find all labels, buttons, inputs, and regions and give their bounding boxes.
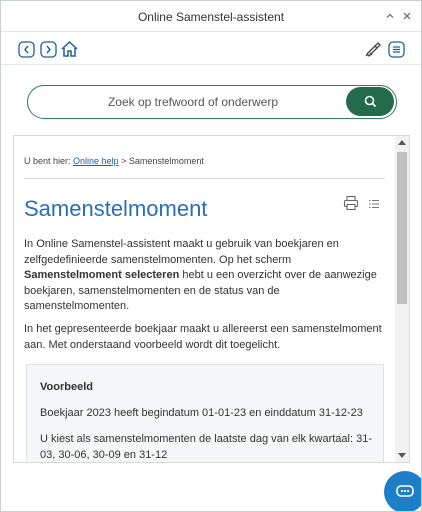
breadcrumb-current: Samenstelmoment xyxy=(128,156,204,166)
divider xyxy=(24,178,385,179)
help-content-frame: U bent hier: Online help > Samenstelmome… xyxy=(13,135,410,463)
example-title: Voorbeeld xyxy=(40,381,93,393)
search-bar xyxy=(27,85,397,119)
scrollbar-thumb[interactable] xyxy=(397,152,407,304)
chevron-up-icon xyxy=(386,13,394,18)
contents-list-button[interactable] xyxy=(368,197,380,209)
megaphone-icon xyxy=(365,42,381,57)
toolbar xyxy=(1,33,421,65)
menu-icon xyxy=(387,40,405,58)
home-icon xyxy=(60,40,78,57)
example-line-1: Boekjaar 2023 heeft begindatum 01-01-23 … xyxy=(40,407,363,419)
breadcrumb-link-online-help[interactable]: Online help xyxy=(73,156,119,166)
close-button[interactable] xyxy=(399,8,415,24)
print-button[interactable] xyxy=(343,195,359,211)
intro-text-a: In Online Samenstel-assistent maakt u ge… xyxy=(24,238,339,266)
title-bar: Online Samenstel-assistent xyxy=(1,1,421,32)
scroll-up-arrow[interactable] xyxy=(398,140,406,145)
home-button[interactable] xyxy=(59,40,79,58)
search-icon xyxy=(364,95,376,108)
help-article: U bent hier: Online help > Samenstelmome… xyxy=(14,136,395,462)
announcements-button[interactable] xyxy=(363,40,383,58)
printer-icon xyxy=(343,195,359,211)
window-title: Online Samenstel-assistent xyxy=(137,10,285,24)
menu-button[interactable] xyxy=(387,40,405,58)
chat-button[interactable] xyxy=(384,471,421,511)
chevron-left-icon xyxy=(17,40,35,58)
search-input[interactable] xyxy=(48,92,338,112)
back-button[interactable] xyxy=(17,40,35,58)
chat-icon xyxy=(396,485,414,497)
scroll-down-arrow[interactable] xyxy=(398,453,406,458)
breadcrumb: U bent hier: Online help > Samenstelmome… xyxy=(24,156,204,166)
intro-paragraph: In Online Samenstel-assistent maakt u ge… xyxy=(24,237,386,315)
example-box: Voorbeeld Boekjaar 2023 heeft begindatum… xyxy=(26,364,384,462)
intro-bold-link: Samenstelmoment selecteren xyxy=(24,269,180,281)
close-icon xyxy=(403,12,411,20)
chevron-right-icon xyxy=(39,40,57,58)
breadcrumb-prefix: U bent hier: xyxy=(24,156,71,166)
page-title: Samenstelmoment xyxy=(24,196,208,221)
forward-button[interactable] xyxy=(39,40,57,58)
example-line-2: U kiest als samenstelmomenten de laatste… xyxy=(40,433,372,461)
collapse-button[interactable] xyxy=(382,8,398,24)
app-window: Online Samenstel-assistent Zoek op trefw… xyxy=(0,0,422,512)
second-paragraph: In het gepresenteerde boekjaar maakt u a… xyxy=(24,323,382,351)
search-button[interactable] xyxy=(346,87,394,116)
breadcrumb-separator: > xyxy=(121,156,127,166)
list-icon xyxy=(369,199,379,209)
scrollbar[interactable] xyxy=(395,136,409,462)
